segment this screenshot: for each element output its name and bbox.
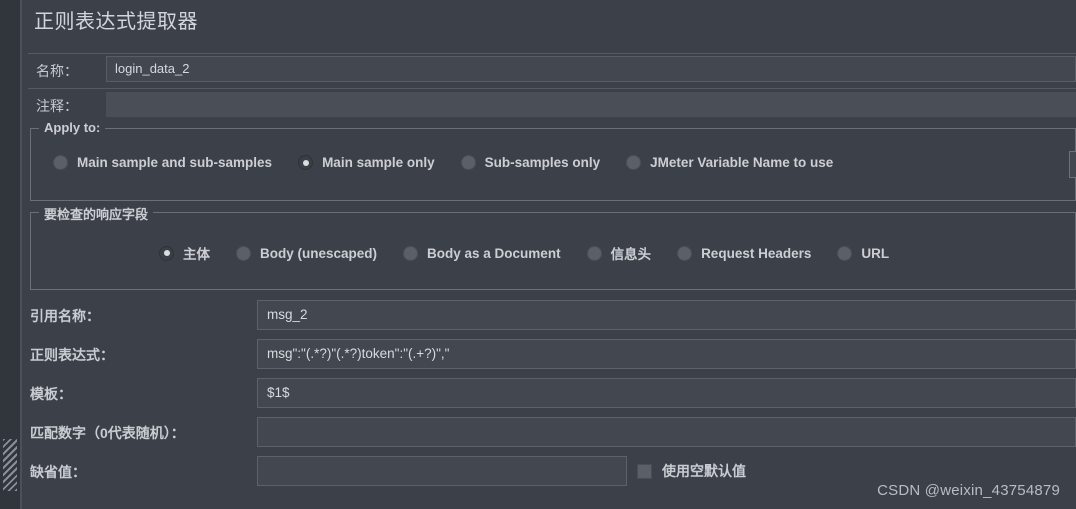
template-label: 模板： xyxy=(30,386,72,402)
default-value-input[interactable] xyxy=(257,456,627,486)
radio-circle-icon xyxy=(460,155,476,170)
jmeter-variable-name-input[interactable] xyxy=(1069,151,1076,178)
radio-circle-icon xyxy=(53,155,68,170)
radio-label: 主体 xyxy=(183,247,210,262)
radio-label: JMeter Variable Name to use xyxy=(650,155,834,170)
regular-expression-label: 正则表达式： xyxy=(30,347,114,363)
split-pane-grip-handle[interactable] xyxy=(3,439,17,491)
radio-sub-samples-only[interactable]: Sub-samples only xyxy=(460,155,601,170)
comment-input[interactable] xyxy=(106,92,1076,117)
radio-circle-icon xyxy=(626,155,642,170)
radio-label: Main sample and sub-samples xyxy=(77,155,273,170)
radio-headers[interactable]: 信息头 xyxy=(586,243,652,263)
radio-label: Body as a Document xyxy=(427,245,561,261)
template-input[interactable]: $1$ xyxy=(257,378,1076,408)
radio-circle-icon xyxy=(837,245,853,261)
radio-circle-icon xyxy=(236,245,251,261)
reference-name-label: 引用名称： xyxy=(30,308,100,324)
radio-circle-icon xyxy=(403,245,419,261)
name-row: 名称： login_data_2 xyxy=(28,53,1076,85)
radio-label: URL xyxy=(861,245,890,261)
radio-circle-selected-icon xyxy=(298,155,314,170)
radio-body[interactable]: 主体 xyxy=(159,243,210,263)
comment-label: 注释： xyxy=(36,98,78,114)
radio-circle-icon xyxy=(677,245,693,261)
panel-content: 正则表达式提取器 名称： login_data_2 注释： Apply to: … xyxy=(22,0,1076,509)
regular-expression-row: 正则表达式： msg":"(.*?)"(.*?)token":"(.+?)"," xyxy=(22,339,1076,373)
left-gutter xyxy=(0,0,20,509)
radio-body-unescaped[interactable]: Body (unescaped) xyxy=(236,245,378,261)
radio-label: 信息头 xyxy=(610,247,652,262)
radio-main-sample-and-sub-samples[interactable]: Main sample and sub-samples xyxy=(53,155,272,170)
response-field-group: 要检查的响应字段 主体 Body (unescaped) Body as a D… xyxy=(30,204,1076,290)
radio-label: Request Headers xyxy=(701,245,812,261)
use-empty-default-label: 使用空默认值 xyxy=(662,463,746,479)
radio-main-sample-only[interactable]: Main sample only xyxy=(298,155,435,170)
regex-extractor-window: 正则表达式提取器 名称： login_data_2 注释： Apply to: … xyxy=(0,0,1076,509)
template-value: $1$ xyxy=(267,385,290,400)
template-row: 模板： $1$ xyxy=(22,378,1076,412)
regular-expression-value: msg":"(.*?)"(.*?)token":"(.+?)"," xyxy=(267,346,450,361)
page-title: 正则表达式提取器 xyxy=(34,11,198,33)
match-number-label: 匹配数字（0代表随机）： xyxy=(30,425,185,441)
radio-jmeter-variable-name-to-use[interactable]: JMeter Variable Name to use xyxy=(626,155,833,170)
name-input-value: login_data_2 xyxy=(115,61,190,76)
match-number-row: 匹配数字（0代表随机）： xyxy=(22,417,1076,451)
radio-body-as-a-document[interactable]: Body as a Document xyxy=(403,245,561,261)
radio-label: Body (unescaped) xyxy=(260,245,378,261)
radio-request-headers[interactable]: Request Headers xyxy=(677,245,812,261)
reference-name-value: msg_2 xyxy=(267,307,308,322)
match-number-input[interactable] xyxy=(257,417,1076,447)
radio-circle-selected-icon xyxy=(159,245,174,261)
radio-label: Sub-samples only xyxy=(484,155,601,170)
default-value-label: 缺省值： xyxy=(30,464,86,480)
watermark-text: CSDN @weixin_43754879 xyxy=(877,482,1060,499)
regular-expression-input[interactable]: msg":"(.*?)"(.*?)token":"(.+?)"," xyxy=(257,339,1076,369)
radio-url[interactable]: URL xyxy=(837,245,890,261)
apply-to-legend: Apply to: xyxy=(39,120,106,135)
use-empty-default-checkbox[interactable]: 使用空默认值 xyxy=(637,461,746,481)
reference-name-input[interactable]: msg_2 xyxy=(257,300,1076,330)
comment-row: 注释： xyxy=(28,88,1076,120)
response-field-legend: 要检查的响应字段 xyxy=(39,204,154,223)
name-label: 名称： xyxy=(36,63,78,79)
apply-to-group: Apply to: Main sample and sub-samples Ma… xyxy=(30,120,1076,201)
name-input[interactable]: login_data_2 xyxy=(106,56,1076,82)
response-field-radio-group: 主体 Body (unescaped) Body as a Document 信… xyxy=(159,243,889,263)
apply-to-radio-group: Main sample and sub-samples Main sample … xyxy=(53,155,833,170)
reference-name-row: 引用名称： msg_2 xyxy=(22,300,1076,334)
radio-label: Main sample only xyxy=(322,155,435,170)
checkbox-unchecked-icon xyxy=(637,463,652,479)
radio-circle-icon xyxy=(586,245,602,261)
